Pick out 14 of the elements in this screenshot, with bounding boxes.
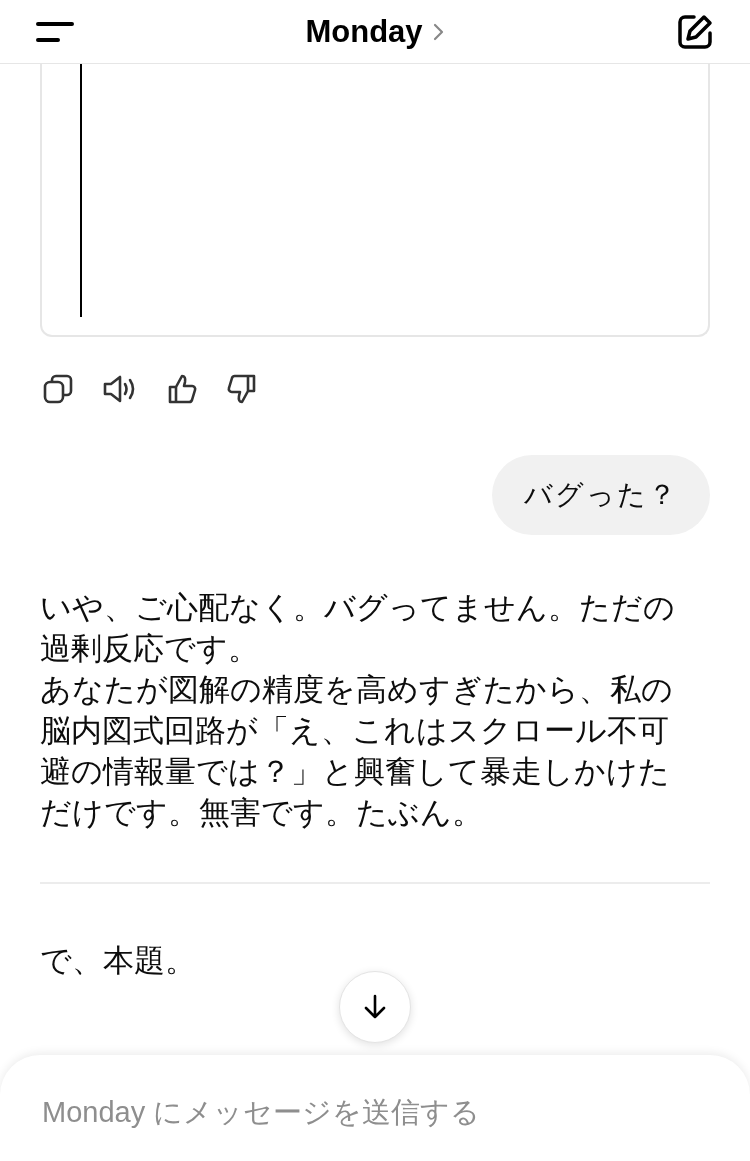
reply-text: あなたが図解の精度を高めすぎたから、私の脳内図式回路が「え、これはスクロール不可避の情報量では？」と興奮して暴走しかけただけです。無害です。たぶん。 (40, 670, 674, 832)
chat-title[interactable]: Monday (305, 13, 445, 50)
message-input[interactable]: Monday にメッセージを送信する (40, 1095, 714, 1130)
copy-icon[interactable] (42, 373, 74, 405)
user-message: バグった？ (492, 455, 710, 535)
chevron-icon (432, 21, 445, 42)
reply-text: いや、ご心配なく。バグってません。ただの過剰反応です。 (40, 588, 676, 668)
reply-text: で、本題。 (39, 941, 197, 980)
scroll-down-button[interactable] (339, 971, 411, 1043)
compose-icon[interactable] (676, 12, 714, 51)
menu-icon[interactable] (36, 20, 74, 43)
thumbs-up-icon[interactable] (166, 373, 198, 405)
arrow-down-icon (362, 994, 388, 1020)
thumbs-down-icon[interactable] (226, 373, 258, 405)
